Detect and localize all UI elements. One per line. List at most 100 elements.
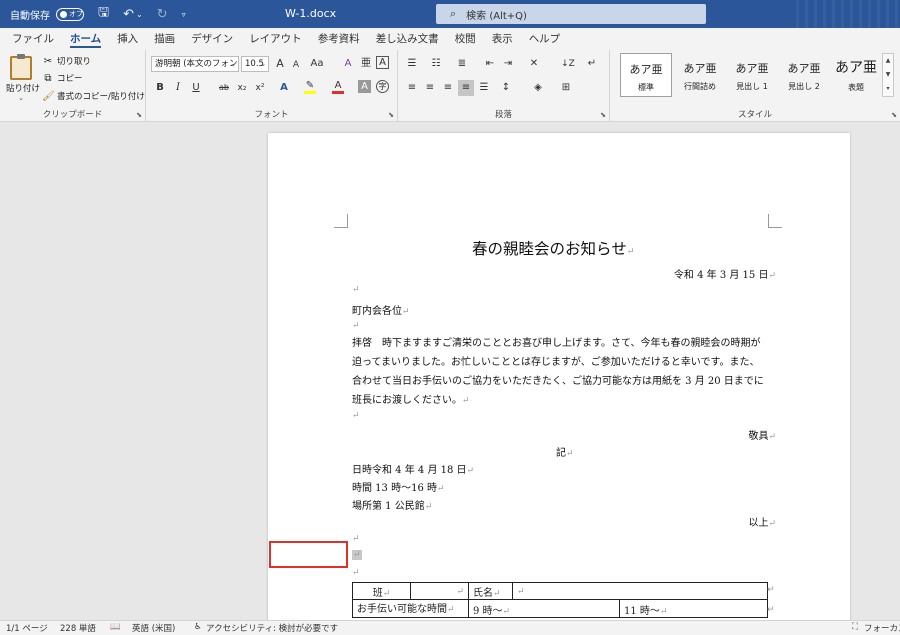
autosave-control[interactable]: 自動保存 オフ bbox=[10, 7, 84, 22]
asian-layout-icon[interactable]: ✕ bbox=[526, 56, 542, 72]
superscript-icon[interactable]: x² bbox=[252, 80, 268, 96]
save-icon[interactable]: 🖫 bbox=[98, 3, 109, 25]
tab-insert[interactable]: 挿入 bbox=[109, 28, 146, 50]
table-cell[interactable]: お手伝い可能な時間↵ bbox=[352, 599, 469, 618]
align-center-icon[interactable]: ≡ bbox=[422, 80, 438, 96]
subscript-icon[interactable]: x₂ bbox=[234, 80, 250, 96]
cell-mark: ↵ bbox=[502, 607, 511, 617]
language-indicator[interactable]: 英語 (米国) bbox=[132, 622, 175, 634]
copy-button[interactable]: ⧉ コピー bbox=[42, 72, 82, 85]
tab-layout[interactable]: レイアウト bbox=[241, 28, 310, 50]
style-heading-2[interactable]: あア亜 見出し 2 bbox=[778, 53, 830, 97]
shrink-font-icon[interactable]: A bbox=[288, 57, 304, 73]
increase-indent-icon[interactable]: ⇥ bbox=[500, 56, 516, 72]
tab-view[interactable]: 表示 bbox=[484, 28, 521, 50]
focus-mode-button[interactable]: フォーカス bbox=[864, 622, 900, 634]
clear-formatting-icon[interactable]: A bbox=[340, 56, 356, 72]
text-effects-icon[interactable]: A bbox=[276, 80, 292, 96]
font-color-icon[interactable]: A bbox=[330, 78, 346, 94]
copy-icon: ⧉ bbox=[44, 72, 52, 84]
style-heading-1[interactable]: あア亜 見出し 1 bbox=[726, 53, 778, 97]
tab-review[interactable]: 校閲 bbox=[447, 28, 484, 50]
document-page[interactable]: 春の親睦会のお知らせ↵ 令和 4 年 3 月 15 日↵ ↵ 町内会各位↵ ↵ … bbox=[268, 133, 850, 620]
style-name: 行間詰め bbox=[684, 82, 716, 91]
sort-icon[interactable]: ↓Z bbox=[560, 56, 576, 72]
tab-file[interactable]: ファイル bbox=[4, 28, 62, 50]
change-case-button[interactable]: Aa bbox=[306, 56, 328, 72]
tab-mailings[interactable]: 差し込み文書 bbox=[368, 28, 447, 50]
style-title[interactable]: あア亜 表題 bbox=[830, 53, 882, 97]
doc-date-text: 令和 4 年 3 月 15 日 bbox=[673, 270, 769, 281]
underline-icon[interactable]: U bbox=[188, 80, 204, 96]
distributed-icon[interactable]: ☰ bbox=[476, 80, 492, 96]
volunteer-table[interactable]: 班↵ ↵ 氏名↵ ↵ お手伝い可能な時間↵ 9 時～↵ 11 時～↵ bbox=[352, 582, 768, 618]
tab-help[interactable]: ヘルプ bbox=[521, 28, 569, 50]
italic-icon[interactable]: I bbox=[170, 80, 186, 96]
paste-label: 貼り付け bbox=[6, 84, 41, 94]
styles-gallery-scroll[interactable]: ▲ ▼ ▾ bbox=[882, 53, 894, 97]
bold-icon[interactable]: B bbox=[152, 80, 168, 96]
table-cell[interactable]: 11 時～↵ bbox=[619, 599, 768, 618]
align-right-icon[interactable]: ≡ bbox=[440, 80, 456, 96]
customize-toolbar-icon[interactable]: ▿ bbox=[182, 10, 186, 19]
tab-references[interactable]: 参考資料 bbox=[310, 28, 368, 50]
style-normal[interactable]: あア亜 標準 bbox=[620, 53, 672, 97]
justify-icon[interactable]: ≡ bbox=[458, 80, 474, 96]
align-left-icon[interactable]: ≡ bbox=[404, 80, 420, 96]
character-shading-icon[interactable]: A bbox=[358, 80, 371, 93]
numbering-icon[interactable]: ☷ bbox=[428, 56, 444, 72]
search-icon: ⌕ bbox=[450, 7, 457, 20]
word-count[interactable]: 228 単語 bbox=[60, 622, 96, 634]
accessibility-status[interactable]: アクセシビリティ: 検討が必要です bbox=[206, 622, 338, 634]
doc-closing-text: 敬具 bbox=[748, 431, 769, 442]
dialog-launcher-icon[interactable]: ⬊ bbox=[136, 111, 142, 119]
tab-design[interactable]: デザイン bbox=[183, 28, 241, 50]
table-cell[interactable]: ↵ bbox=[512, 582, 768, 600]
phonetic-guide-icon[interactable]: 亜 bbox=[358, 56, 374, 72]
strikethrough-icon[interactable]: ab bbox=[216, 80, 232, 96]
shading-icon[interactable]: ◈ bbox=[530, 80, 546, 96]
font-group-label: フォント bbox=[254, 110, 289, 120]
undo-icon[interactable]: ↶ bbox=[123, 7, 134, 22]
multilevel-list-icon[interactable]: ≣ bbox=[454, 56, 470, 72]
dialog-launcher-icon[interactable]: ⬊ bbox=[600, 111, 606, 119]
tab-draw[interactable]: 描画 bbox=[146, 28, 183, 50]
table-cell[interactable]: 氏名↵ bbox=[468, 582, 513, 600]
line-spacing-icon[interactable]: ↕ bbox=[498, 80, 514, 96]
dialog-launcher-icon[interactable]: ⬊ bbox=[891, 111, 897, 119]
enclosed-character-icon[interactable]: 字 bbox=[376, 80, 389, 93]
chevron-down-icon[interactable]: ⌄ bbox=[6, 94, 36, 102]
redo-icon[interactable]: ↻ bbox=[157, 7, 168, 22]
paste-button[interactable]: 貼り付け ⌄ bbox=[6, 54, 41, 102]
doc-ki-text: 記 bbox=[556, 448, 566, 459]
chevron-down-icon: ⌄ bbox=[260, 60, 266, 68]
borders-icon[interactable]: ⊞ bbox=[558, 80, 574, 96]
decrease-indent-icon[interactable]: ⇤ bbox=[482, 56, 498, 72]
grow-font-icon[interactable]: A bbox=[272, 56, 288, 72]
style-no-spacing[interactable]: あア亜 行間詰め bbox=[674, 53, 726, 97]
format-painter-button[interactable]: 🖌 書式のコピー/貼り付け bbox=[42, 90, 145, 103]
style-name: 表題 bbox=[848, 83, 864, 92]
font-size-select[interactable]: 10.5 ⌄ bbox=[241, 56, 269, 72]
detail-date: 日時令和 4 年 4 月 18 日↵ bbox=[352, 461, 474, 476]
selected-empty-paragraph[interactable]: ↵ bbox=[352, 549, 362, 560]
proofing-icon[interactable]: 📖 bbox=[110, 622, 121, 632]
character-border-icon[interactable]: A bbox=[376, 56, 389, 69]
table-cell[interactable]: 班↵ bbox=[352, 582, 411, 600]
undo-dropdown-icon[interactable]: ⌄ bbox=[136, 10, 143, 19]
font-name-select[interactable]: 游明朝 (本文のフォン ⌄ bbox=[151, 56, 239, 72]
row-end-mark: ↵ bbox=[767, 605, 775, 615]
table-cell[interactable]: ↵ bbox=[410, 582, 469, 600]
highlight-color-icon[interactable]: ✎ bbox=[302, 78, 318, 94]
table-cell[interactable]: 9 時～↵ bbox=[468, 599, 620, 618]
autosave-toggle[interactable]: オフ bbox=[56, 7, 84, 21]
bullets-icon[interactable]: ☰ bbox=[404, 56, 420, 72]
page-count[interactable]: 1/1 ページ bbox=[6, 622, 48, 634]
tab-home[interactable]: ホーム bbox=[62, 28, 109, 50]
search-box[interactable]: ⌕ 検索 (Alt+Q) bbox=[436, 4, 706, 24]
cut-button[interactable]: ✂ 切り取り bbox=[42, 55, 91, 68]
empty-paragraph: ↵ bbox=[352, 410, 360, 421]
body-line: 班長にお渡しください。 bbox=[352, 395, 462, 406]
show-formatting-marks-icon[interactable]: ↵ bbox=[584, 56, 600, 72]
dialog-launcher-icon[interactable]: ⬊ bbox=[388, 111, 394, 119]
